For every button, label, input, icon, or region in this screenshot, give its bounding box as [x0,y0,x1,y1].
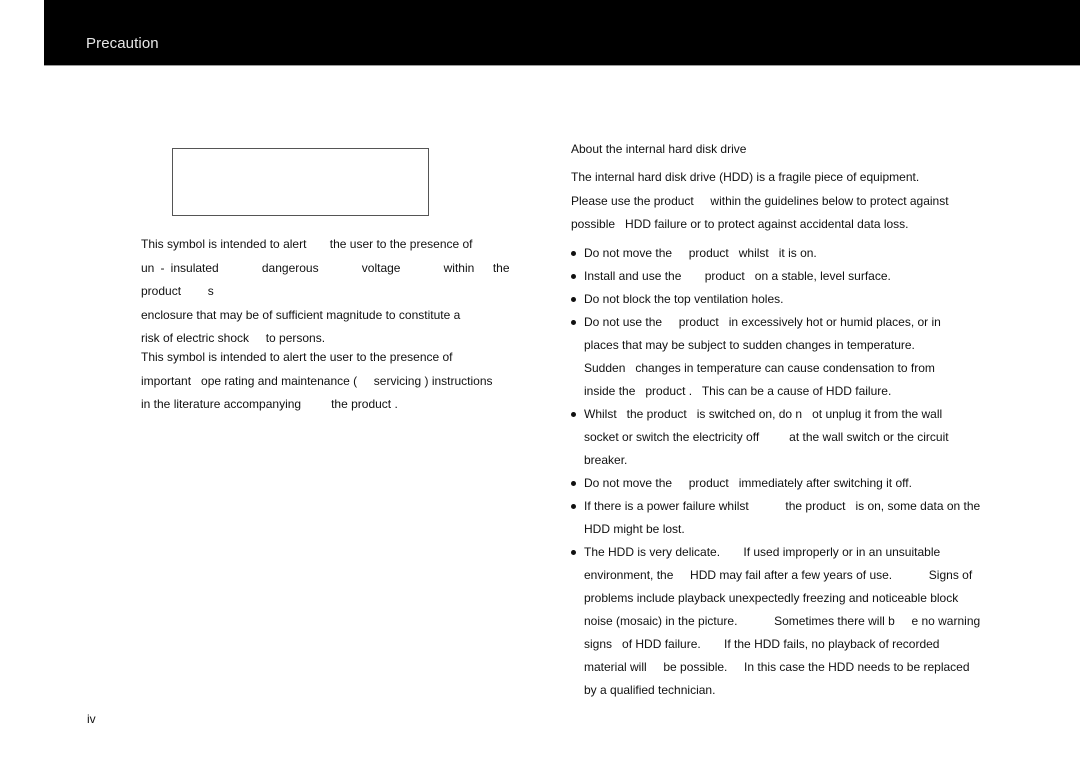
page-title: Precaution [86,35,159,52]
bullet-icon [571,411,576,417]
text-line: problems include playback unexpectedly f… [584,590,959,605]
text-line: inside the product . This can be a cause… [584,383,892,398]
list-item: Do not move the product whilst it is on. [571,242,991,265]
hdd-guidelines-list: Do not move the product whilst it is on.… [571,242,991,702]
section-heading: About the internal hard disk drive [571,142,747,156]
instructions-symbol-description: This symbol is intended to alert the use… [141,346,521,417]
bullet-icon [571,319,576,325]
text-line: in the literature accompanying the produ… [141,397,398,411]
text-line: enclosure that may be of sufficient magn… [141,307,461,322]
text-line: important ope rating and maintenance ( s… [141,373,493,388]
electric-shock-symbol-description: This symbol is intended to alert the use… [141,233,521,351]
text-line: un - insulated dangerous voltage within … [141,260,521,299]
bullet-icon [571,480,576,486]
text-line: The HDD is very delicate. If used improp… [584,544,941,559]
text-line: The internal hard disk drive (HDD) is a … [571,170,920,184]
text-line: socket or switch the electricity off at … [584,429,949,444]
list-item: Do not move the product immediately afte… [571,472,991,495]
text-line: Sudden changes in temperature can cause … [584,360,935,375]
text-line: Do not block the top ventilation holes. [584,291,784,306]
text-line: This symbol is intended to alert the use… [141,350,453,364]
warning-symbol-box [172,148,429,216]
text-line: possible HDD failure or to protect again… [571,217,909,231]
text-line: This symbol is intended to alert the use… [141,237,473,251]
text-line: Do not move the product immediately afte… [584,475,912,490]
text-line: by a qualified technician. [584,682,716,697]
text-line: noise (mosaic) in the picture. Sometimes… [584,613,981,628]
text-line: places that may be subject to sudden cha… [584,337,915,352]
text-line: HDD might be lost. [584,521,685,536]
text-line: signs of HDD failure. If the HDD fails, … [584,636,940,651]
text-line: material will be possible. In this case … [584,659,970,674]
page-number: iv [87,712,96,726]
bullet-icon [571,250,576,256]
text-line: Please use the product within the guidel… [571,193,949,208]
bullet-icon [571,549,576,555]
bullet-icon [571,503,576,509]
list-item: The HDD is very delicate. If used improp… [571,541,991,702]
text-line: Do not move the product whilst it is on. [584,245,817,260]
hdd-intro: The internal hard disk drive (HDD) is a … [571,166,991,237]
header-bar: Precaution [44,0,1080,66]
text-line: If there is a power failure whilst the p… [584,498,981,513]
bullet-icon [571,273,576,279]
list-item: Do not block the top ventilation holes. [571,288,991,311]
list-item: If there is a power failure whilst the p… [571,495,991,541]
list-item: Do not use the product in excessively ho… [571,311,991,403]
hdd-section: About the internal hard disk drive The i… [571,138,991,702]
bullet-icon [571,296,576,302]
list-item: Whilst the product is switched on, do n … [571,403,991,472]
text-line: Install and use the product on a stable,… [584,268,891,283]
text-line: environment, the HDD may fail after a fe… [584,567,973,582]
text-line: Whilst the product is switched on, do n … [584,406,943,421]
text-line: Do not use the product in excessively ho… [584,314,941,329]
text-line: breaker. [584,452,628,467]
list-item: Install and use the product on a stable,… [571,265,991,288]
